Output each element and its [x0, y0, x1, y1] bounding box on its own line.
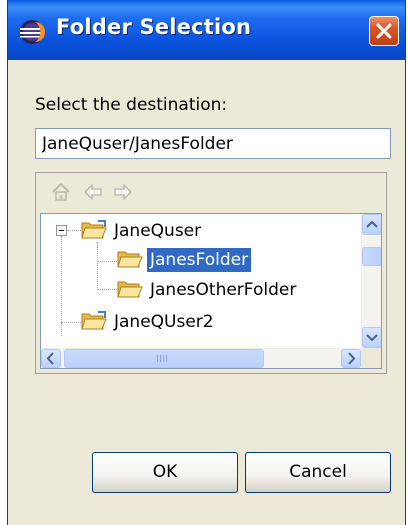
minus-icon	[59, 230, 64, 231]
scrollbar-corner	[361, 348, 381, 368]
tree-item-label: JaneQUser2	[114, 312, 214, 332]
folder-open-icon	[117, 251, 143, 268]
folder-open-icon	[117, 281, 143, 298]
chevron-up-icon	[366, 220, 378, 228]
vertical-scrollbar[interactable]	[361, 214, 381, 348]
back-arrow-icon[interactable]	[82, 181, 104, 203]
title-bar[interactable]: Folder Selection	[8, 0, 405, 60]
folder-tree-panel: JaneQuser JanesFolder JanesOtherFolder J…	[35, 172, 387, 374]
close-button[interactable]	[369, 16, 399, 46]
scroll-left-button[interactable]	[41, 349, 61, 368]
chevron-down-icon	[366, 334, 378, 342]
forward-arrow-icon[interactable]	[112, 181, 134, 203]
close-icon	[376, 23, 392, 39]
folder-selection-dialog: Folder Selection Select the destination:	[7, 0, 406, 525]
tree-item-label: JaneQuser	[114, 221, 202, 241]
vertical-scroll-thumb[interactable]	[362, 247, 381, 266]
eclipse-icon	[20, 20, 45, 44]
tree-item-label: JanesFolder	[145, 247, 253, 273]
tree-item-label: JanesOtherFolder	[150, 280, 297, 300]
horizontal-scroll-thumb[interactable]	[64, 349, 264, 368]
navigation-toolbar	[36, 173, 386, 211]
tree-item-janequser2[interactable]: JaneQUser2	[41, 308, 361, 336]
cancel-button[interactable]: Cancel	[245, 452, 391, 493]
collapse-toggle[interactable]	[56, 225, 67, 236]
folder-open-icon	[81, 311, 107, 330]
tree-item-janesfolder[interactable]: JanesFolder	[41, 246, 361, 274]
ok-button[interactable]: OK	[92, 452, 238, 493]
folder-open-icon	[81, 220, 107, 239]
scroll-down-button[interactable]	[362, 327, 381, 348]
chevron-left-icon	[46, 352, 54, 365]
window-title: Folder Selection	[56, 15, 252, 39]
tree-item-janesotherfolder[interactable]: JanesOtherFolder	[41, 276, 361, 304]
tree-item-janequser[interactable]: JaneQuser	[41, 217, 361, 245]
destination-label: Select the destination:	[35, 95, 228, 115]
background-edge	[0, 0, 7, 525]
folder-tree[interactable]: JaneQuser JanesFolder JanesOtherFolder J…	[40, 213, 382, 369]
scroll-up-button[interactable]	[362, 214, 381, 235]
horizontal-scrollbar[interactable]	[41, 348, 361, 368]
destination-path-input[interactable]	[35, 128, 391, 159]
home-icon[interactable]	[50, 181, 72, 203]
scroll-right-button[interactable]	[341, 349, 361, 368]
chevron-right-icon	[348, 352, 356, 365]
grip-icon	[157, 355, 167, 362]
